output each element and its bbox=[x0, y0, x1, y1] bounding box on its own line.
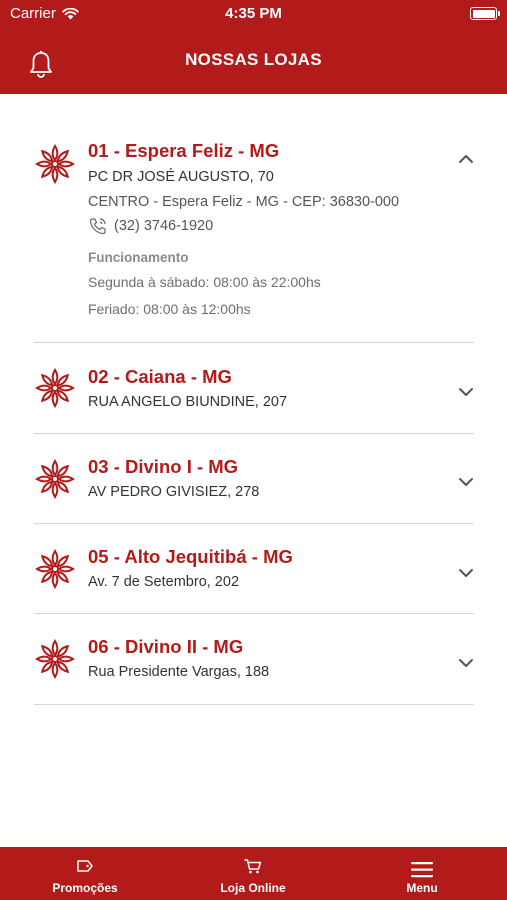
hours-weekday: Segunda à sábado: 08:00 às 22:00hs bbox=[88, 274, 321, 290]
store-address: Av. 7 de Setembro, 202 bbox=[88, 574, 240, 590]
bottom-tab-bar: Promoções Loja Online Menu bbox=[0, 847, 507, 900]
flower-icon bbox=[36, 550, 74, 588]
store-item[interactable]: 01 - Espera Feliz - MG PC DR JOSÉ AUGUST… bbox=[34, 117, 474, 343]
flower-icon bbox=[36, 145, 74, 183]
flower-icon bbox=[36, 460, 74, 498]
flower-icon bbox=[36, 640, 74, 678]
status-time: 4:35 PM bbox=[225, 5, 282, 22]
store-address: PC DR JOSÉ AUGUSTO, 70 bbox=[88, 169, 274, 185]
tab-loja-online-label: Loja Online bbox=[220, 881, 286, 895]
store-address: RUA ANGELO BIUNDINE, 207 bbox=[88, 394, 288, 410]
store-name: 06 - Divino II - MG bbox=[88, 636, 244, 657]
chevron-up-icon[interactable] bbox=[458, 154, 474, 164]
store-item[interactable]: 02 - Caiana - MG RUA ANGELO BIUNDINE, 20… bbox=[34, 343, 474, 434]
flower-icon bbox=[36, 369, 74, 407]
phone-number: (32) 3746-1920 bbox=[114, 218, 214, 234]
tag-icon bbox=[77, 860, 93, 872]
app-header: Carrier 4:35 PM NOSSAS LOJAS bbox=[0, 0, 507, 94]
store-name: 02 - Caiana - MG bbox=[88, 366, 232, 387]
store-name: 03 - Divino I - MG bbox=[88, 456, 239, 477]
tab-menu-label: Menu bbox=[406, 881, 438, 895]
chevron-down-icon[interactable] bbox=[458, 477, 474, 487]
store-name: 05 - Alto Jequitibá - MG bbox=[88, 546, 293, 567]
store-item[interactable]: 06 - Divino II - MG Rua Presidente Varga… bbox=[34, 614, 474, 705]
chevron-down-icon[interactable] bbox=[458, 658, 474, 668]
tab-promocoes[interactable]: Promoções bbox=[40, 847, 130, 900]
hours-title: Funcionamento bbox=[88, 250, 189, 265]
tab-promocoes-label: Promoções bbox=[52, 881, 118, 895]
status-bar: Carrier 4:35 PM bbox=[0, 0, 507, 30]
store-address: Rua Presidente Vargas, 188 bbox=[88, 664, 270, 680]
cart-icon bbox=[244, 859, 262, 874]
battery-icon bbox=[470, 7, 500, 20]
hamburger-icon bbox=[411, 861, 433, 877]
tab-menu[interactable]: Menu bbox=[377, 847, 467, 900]
chevron-down-icon[interactable] bbox=[458, 387, 474, 397]
phone-icon bbox=[89, 218, 106, 235]
tab-loja-online[interactable]: Loja Online bbox=[208, 847, 298, 900]
store-address: AV PEDRO GIVISIEZ, 278 bbox=[88, 484, 260, 500]
page-title: NOSSAS LOJAS bbox=[185, 50, 322, 69]
chevron-down-icon[interactable] bbox=[458, 568, 474, 578]
store-item[interactable]: 03 - Divino I - MG AV PEDRO GIVISIEZ, 27… bbox=[34, 434, 474, 524]
store-district: CENTRO - Espera Feliz - MG - CEP: 36830-… bbox=[88, 194, 400, 210]
store-name: 01 - Espera Feliz - MG bbox=[88, 140, 280, 161]
store-item[interactable]: 05 - Alto Jequitibá - MG Av. 7 de Setemb… bbox=[34, 524, 474, 614]
hours-holiday: Feriado: 08:00 às 12:00hs bbox=[88, 301, 251, 317]
store-phone[interactable]: (32) 3746-1920 bbox=[88, 217, 213, 235]
